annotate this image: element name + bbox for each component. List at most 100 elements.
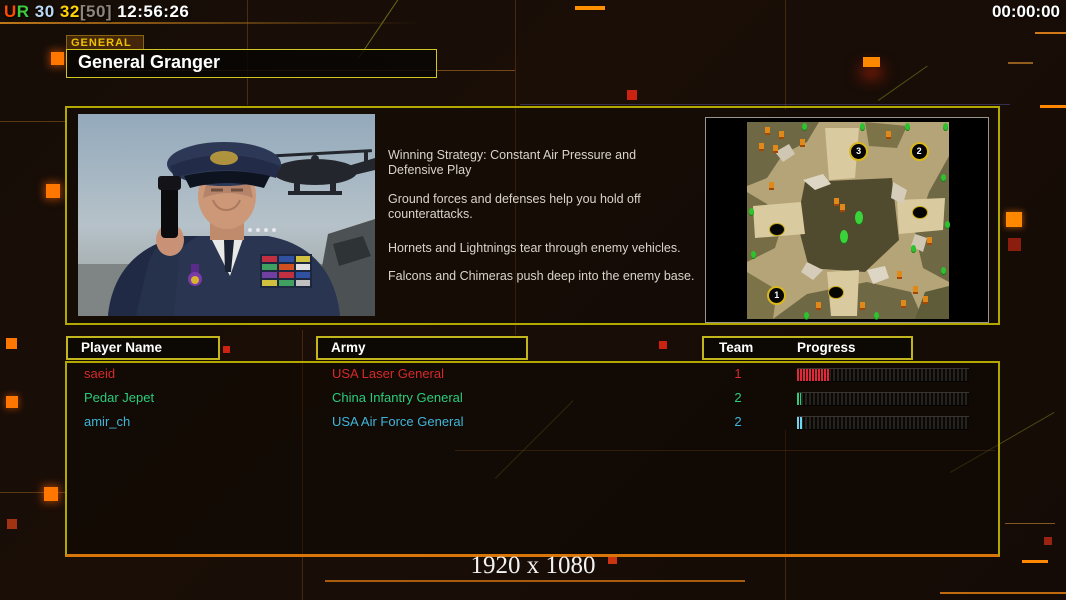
tree-marker <box>940 174 946 182</box>
resolution-label: 1920 x 1080 <box>470 552 596 579</box>
column-header-player-name: Player Name <box>66 336 220 360</box>
circuit-line <box>0 492 66 493</box>
circuit-line <box>785 0 786 110</box>
player-army: China Infantry General <box>332 390 463 405</box>
player-army: USA Air Force General <box>332 414 464 429</box>
neutral-spot-marker <box>769 223 786 237</box>
oil-derrick-marker <box>799 138 805 147</box>
stat-value: [50] <box>79 2 113 21</box>
circuit-node <box>7 519 17 529</box>
strategy-paragraph: Hornets and Lightnings tear through enem… <box>388 241 681 255</box>
circuit-node <box>863 57 880 67</box>
general-name: General Granger <box>78 52 221 72</box>
circuit-line <box>0 22 420 24</box>
column-header-progress: Progress <box>797 340 856 355</box>
start-position-marker: 1 <box>767 286 787 306</box>
oil-derrick-marker <box>896 270 902 279</box>
tree-marker <box>940 266 946 274</box>
tree-marker <box>910 245 916 253</box>
oil-derrick-marker <box>886 130 892 139</box>
column-header-army: Army <box>316 336 528 360</box>
tree-marker <box>874 312 880 320</box>
circuit-line <box>1005 523 1055 524</box>
oil-derrick-marker <box>833 197 839 206</box>
strategy-paragraph: Ground forces and defenses help you hold… <box>388 192 641 221</box>
portrait-art <box>78 114 375 316</box>
general-portrait-image <box>78 114 375 316</box>
progress-fill <box>797 393 802 405</box>
minimap-markers: 1 2 3 <box>747 122 950 320</box>
tree-marker <box>904 122 910 130</box>
tree-marker <box>803 312 809 320</box>
oil-derrick-marker <box>779 130 785 139</box>
circuit-dash <box>575 6 605 10</box>
oil-derrick-marker <box>759 142 765 151</box>
neutral-spot-marker <box>827 286 844 300</box>
tree-cluster-marker <box>839 230 848 244</box>
circuit-node <box>1008 238 1021 251</box>
circuit-dash <box>1040 105 1066 108</box>
loading-progress-bar <box>797 392 969 406</box>
circuit-line <box>325 580 745 582</box>
stat-value: 12:56:26 <box>112 2 190 21</box>
column-header-team-progress: Team Progress <box>702 336 913 360</box>
circuit-node <box>627 90 637 100</box>
player-row: Pedar Jepet China Infantry General 2 <box>0 387 1066 411</box>
oil-derrick-marker <box>765 126 771 135</box>
circuit-line <box>878 65 928 101</box>
tree-marker <box>942 122 948 130</box>
oil-derrick-marker <box>922 296 928 305</box>
circuit-line <box>940 592 1066 594</box>
tree-cluster-marker <box>855 210 864 224</box>
stat-value: 32 <box>54 2 80 21</box>
player-row: saeid USA Laser General 1 <box>0 363 1066 387</box>
tree-marker <box>749 207 755 215</box>
minimap-panel: 1 2 3 <box>705 117 989 323</box>
oil-derrick-marker <box>769 182 775 191</box>
loading-progress-bar <box>797 416 969 430</box>
circuit-node <box>51 52 64 65</box>
circuit-node <box>44 487 58 501</box>
circuit-line <box>0 121 66 122</box>
oil-derrick-marker <box>773 144 779 153</box>
player-army: USA Laser General <box>332 366 445 381</box>
player-team: 1 <box>734 366 742 381</box>
player-name: saeid <box>84 366 116 381</box>
general-tab: GENERAL <box>66 35 144 49</box>
stat-value: R <box>16 2 30 21</box>
player-name: Pedar Jepet <box>84 390 155 405</box>
player-team: 2 <box>734 390 742 405</box>
tree-marker <box>801 122 807 130</box>
oil-derrick-marker <box>839 203 845 212</box>
stat-value: 30 <box>29 2 55 21</box>
circuit-dash <box>1035 32 1066 34</box>
circuit-node <box>1044 537 1052 545</box>
start-position-marker: 3 <box>849 141 869 161</box>
oil-derrick-marker <box>900 300 906 309</box>
circuit-node <box>1006 212 1022 227</box>
strategy-paragraph: Winning Strategy: Constant Air Pressure … <box>388 148 637 177</box>
progress-fill <box>797 369 830 381</box>
column-header-team: Team <box>719 340 754 355</box>
loading-screen: UR 30 32[50] 12:56:26 00:00:00 GENERAL G… <box>0 0 1066 600</box>
oil-derrick-marker <box>815 302 821 311</box>
player-stats-readout: UR 30 32[50] 12:56:26 <box>4 2 189 22</box>
circuit-node <box>659 341 667 349</box>
circuit-node <box>223 346 230 353</box>
loading-progress-bar <box>797 368 969 382</box>
circuit-dash <box>1008 62 1033 64</box>
player-row: amir_ch USA Air Force General 2 <box>0 411 1066 435</box>
oil-derrick-marker <box>912 286 918 295</box>
circuit-line <box>520 104 1010 105</box>
tree-marker <box>860 122 866 130</box>
oil-derrick-marker <box>926 237 932 246</box>
strategy-paragraph: Falcons and Chimeras push deep into the … <box>388 269 695 283</box>
stat-value: U <box>4 2 17 21</box>
tree-marker <box>944 221 950 229</box>
general-title-box: General Granger <box>66 49 437 78</box>
player-team: 2 <box>734 414 742 429</box>
circuit-node <box>6 338 17 349</box>
player-name: amir_ch <box>84 414 131 429</box>
tree-marker <box>751 250 757 258</box>
start-position-marker: 2 <box>909 141 929 161</box>
